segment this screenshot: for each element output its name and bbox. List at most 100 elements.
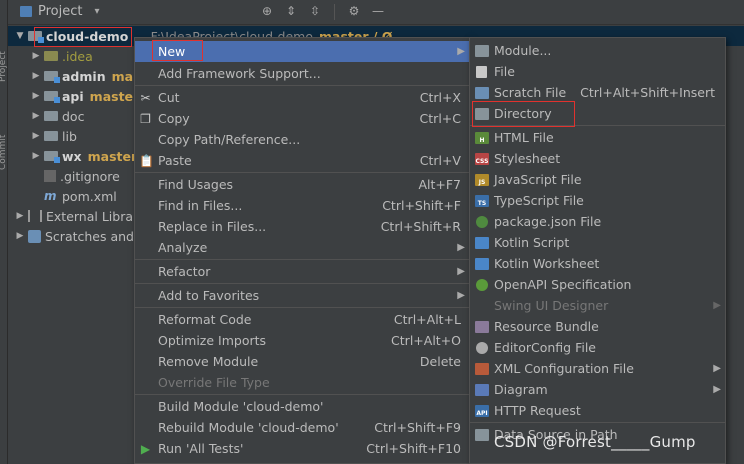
tree-item[interactable]: ▶ admin ma	[30, 66, 134, 86]
menu-item-copy-path[interactable]: Copy Path/Reference...	[135, 129, 469, 150]
submenu-item-label: Kotlin Script	[494, 235, 570, 250]
menu-divider	[135, 307, 469, 308]
panel-title-selector[interactable]: Project ▾	[20, 4, 100, 19]
submenu-item-diagram[interactable]: Diagram ▶	[470, 379, 725, 400]
chevron-right-icon[interactable]: ▶	[14, 231, 26, 241]
submenu-item-resource-bundle[interactable]: Resource Bundle	[470, 316, 725, 337]
chevron-right-icon: ▶	[713, 363, 721, 374]
menu-item-label: Analyze	[158, 240, 208, 255]
tree-item-label: pom.xml	[62, 188, 117, 204]
menu-item-shortcut: Ctrl+Alt+O	[391, 333, 461, 348]
submenu-item-typescript-file[interactable]: TS TypeScript File	[470, 190, 725, 211]
menu-item-shortcut: Ctrl+C	[419, 111, 461, 126]
chevron-down-icon[interactable]: ▼	[14, 31, 26, 41]
menu-item-replace-in-files[interactable]: Replace in Files... Ctrl+Shift+R	[135, 216, 469, 237]
submenu-item-label: TypeScript File	[494, 193, 584, 208]
tree-item[interactable]: .gitignore	[42, 166, 120, 186]
expand-all-icon[interactable]: ⇕	[284, 4, 298, 20]
menu-item-label: Cut	[158, 90, 180, 105]
menu-item-label: Remove Module	[158, 354, 259, 369]
tree-item[interactable]: ▶ doc	[30, 106, 85, 126]
menu-item-find-in-files[interactable]: Find in Files... Ctrl+Shift+F	[135, 195, 469, 216]
diagram-icon	[475, 383, 489, 396]
chevron-down-icon[interactable]: ▾	[94, 6, 99, 17]
chevron-right-icon[interactable]: ▶	[30, 71, 42, 81]
submenu-item-label: Directory	[494, 106, 552, 121]
submenu-item-http-request[interactable]: API HTTP Request	[470, 400, 725, 421]
nodejs-icon	[476, 215, 488, 228]
chevron-right-icon[interactable]: ▶	[30, 111, 42, 121]
tree-item[interactable]: ▶ wx master	[30, 146, 138, 166]
panel-toolbar: ⊕ ⇕ ⇳ ⚙ —	[260, 4, 385, 20]
project-tool-tab[interactable]: Project	[0, 2, 8, 82]
tree-item[interactable]: m pom.xml	[42, 186, 117, 206]
menu-item-cut[interactable]: ✂ Cut Ctrl+X	[135, 87, 469, 108]
menu-item-build-module[interactable]: Build Module 'cloud-demo'	[135, 396, 469, 417]
locate-icon[interactable]: ⊕	[260, 4, 274, 20]
submenu-item-shortcut: Ctrl+Alt+Shift+Insert	[580, 85, 715, 100]
menu-item-rebuild-module[interactable]: Rebuild Module 'cloud-demo' Ctrl+Shift+F…	[135, 417, 469, 438]
scratch-file-icon	[475, 86, 489, 99]
chevron-right-icon[interactable]: ▶	[30, 91, 42, 101]
submenu-item-file[interactable]: File	[470, 61, 725, 82]
submenu-item-label: OpenAPI Specification	[494, 277, 632, 292]
menu-item-label: Replace in Files...	[158, 219, 267, 234]
collapse-all-icon[interactable]: ⇳	[308, 4, 322, 20]
tool-window-strip: Project Commit	[0, 0, 8, 464]
submenu-item-package-json[interactable]: package.json File	[470, 211, 725, 232]
menu-divider	[470, 125, 725, 126]
gear-icon[interactable]: ⚙	[347, 4, 361, 20]
chevron-right-icon[interactable]: ▶	[30, 131, 42, 141]
menu-item-label: Optimize Imports	[158, 333, 267, 348]
menu-item-paste[interactable]: 📋 Paste Ctrl+V	[135, 150, 469, 171]
submenu-item-kotlin-worksheet[interactable]: Kotlin Worksheet	[470, 253, 725, 274]
tree-item[interactable]: ▶ .idea	[30, 46, 93, 66]
submenu-item-label: File	[494, 64, 515, 79]
menu-item-reformat-code[interactable]: Reformat Code Ctrl+Alt+L	[135, 309, 469, 330]
menu-item-copy[interactable]: ❐ Copy Ctrl+C	[135, 108, 469, 129]
menu-item-analyze[interactable]: Analyze ▶	[135, 237, 469, 258]
submenu-item-module[interactable]: Module...	[470, 40, 725, 61]
menu-item-run-all-tests[interactable]: ▶ Run 'All Tests' Ctrl+Shift+F10	[135, 438, 469, 459]
menu-item-label: Refactor	[158, 264, 211, 279]
tree-item-label: doc	[62, 108, 85, 124]
submenu-item-directory[interactable]: Directory	[470, 103, 725, 124]
menu-item-new[interactable]: New ▶	[135, 41, 469, 62]
menu-item-add-framework[interactable]: Add Framework Support...	[135, 63, 469, 84]
library-icon	[28, 210, 42, 222]
chevron-right-icon: ▶	[713, 384, 721, 395]
chevron-right-icon[interactable]: ▶	[30, 51, 42, 61]
submenu-item-editorconfig[interactable]: EditorConfig File	[470, 337, 725, 358]
menu-item-label: New	[158, 44, 186, 59]
menu-item-find-usages[interactable]: Find Usages Alt+F7	[135, 174, 469, 195]
submenu-item-javascript-file[interactable]: JS JavaScript File	[470, 169, 725, 190]
menu-item-label: Copy Path/Reference...	[158, 132, 301, 147]
tree-item[interactable]: ▶ api master	[30, 86, 140, 106]
menu-item-remove-module[interactable]: Remove Module Delete	[135, 351, 469, 372]
folder-icon	[44, 51, 58, 61]
submenu-item-stylesheet[interactable]: CSS Stylesheet	[470, 148, 725, 169]
submenu-item-html-file[interactable]: H HTML File	[470, 127, 725, 148]
tree-item[interactable]: ▶ External Librar	[14, 206, 139, 226]
submenu-item-openapi[interactable]: OpenAPI Specification	[470, 274, 725, 295]
submenu-item-xml-configuration[interactable]: XML Configuration File ▶	[470, 358, 725, 379]
menu-item-shortcut: Ctrl+Shift+F10	[366, 441, 461, 456]
module-folder-icon	[28, 31, 44, 43]
maven-icon: m	[44, 189, 57, 203]
menu-item-optimize-imports[interactable]: Optimize Imports Ctrl+Alt+O	[135, 330, 469, 351]
chevron-right-icon[interactable]: ▶	[30, 151, 42, 161]
submenu-item-scratch-file[interactable]: Scratch File Ctrl+Alt+Shift+Insert	[470, 82, 725, 103]
menu-item-shortcut: Ctrl+V	[419, 153, 461, 168]
menu-item-add-to-favorites[interactable]: Add to Favorites ▶	[135, 285, 469, 306]
tree-item[interactable]: ▶ lib	[30, 126, 77, 146]
submenu-item-kotlin-script[interactable]: Kotlin Script	[470, 232, 725, 253]
commit-tool-tab[interactable]: Commit	[0, 90, 8, 170]
hide-icon[interactable]: —	[371, 4, 385, 20]
menu-item-refactor[interactable]: Refactor ▶	[135, 261, 469, 282]
chevron-right-icon[interactable]: ▶	[14, 211, 26, 221]
js-file-icon: JS	[475, 173, 489, 186]
tree-item-label: Scratches and	[45, 228, 134, 244]
submenu-item-label: Resource Bundle	[494, 319, 599, 334]
css-file-icon: CSS	[475, 152, 489, 165]
tree-item[interactable]: ▶ Scratches and	[14, 226, 134, 246]
